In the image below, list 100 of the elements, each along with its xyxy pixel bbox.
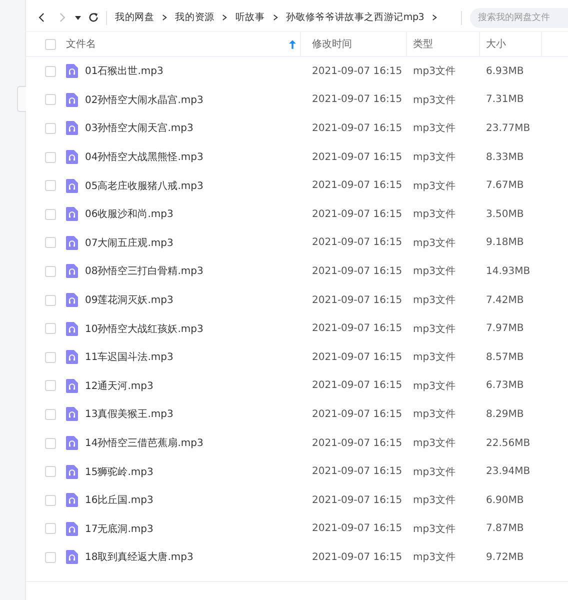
audio-file-icon bbox=[66, 150, 78, 164]
audio-file-icon bbox=[66, 464, 78, 479]
file-name[interactable]: 16比丘国.mp3 bbox=[85, 493, 154, 508]
file-type: mp3文件 bbox=[413, 208, 456, 222]
search-field[interactable]: 搜索我的网盘文件 bbox=[470, 8, 568, 28]
file-size: 6.73MB bbox=[486, 380, 524, 392]
audio-file-icon bbox=[66, 64, 78, 78]
audio-file-icon bbox=[66, 436, 78, 450]
file-name[interactable]: 07大闹五庄观.mp3 bbox=[85, 236, 174, 250]
dropdown-icon[interactable] bbox=[75, 16, 81, 20]
file-type: mp3文件 bbox=[413, 522, 456, 536]
chevron-icon bbox=[272, 14, 278, 21]
file-type: mp3文件 bbox=[413, 294, 456, 308]
modified-time: 2021-09-07 16:15 bbox=[312, 208, 402, 220]
file-name[interactable]: 14孙悟空三借芭蕉扇.mp3 bbox=[85, 436, 204, 450]
modified-time: 2021-09-07 16:15 bbox=[312, 408, 402, 420]
file-name[interactable]: 06收服沙和尚.mp3 bbox=[85, 207, 174, 222]
file-type: mp3文件 bbox=[413, 408, 456, 422]
file-name[interactable]: 12通天河.mp3 bbox=[85, 378, 154, 393]
audio-file-icon bbox=[66, 293, 78, 308]
file-name[interactable]: 05高老庄收服猪八戒.mp3 bbox=[85, 178, 204, 193]
audio-file-icon bbox=[66, 207, 78, 222]
modified-time: 2021-09-07 16:15 bbox=[312, 94, 402, 106]
row-checkbox[interactable] bbox=[45, 208, 56, 220]
row-checkbox[interactable] bbox=[45, 266, 56, 277]
modified-time: 2021-09-07 16:15 bbox=[312, 323, 402, 334]
modified-time: 2021-09-07 16:15 bbox=[312, 352, 402, 363]
file-type: mp3文件 bbox=[413, 466, 456, 479]
file-name[interactable]: 09莲花洞灭妖.mp3 bbox=[85, 293, 174, 308]
file-name[interactable]: 08孙悟空三打白骨精.mp3 bbox=[85, 264, 204, 278]
audio-file-icon bbox=[66, 92, 78, 107]
row-checkbox[interactable] bbox=[45, 323, 56, 334]
file-size: 9.18MB bbox=[486, 237, 524, 248]
file-name[interactable]: 02孙悟空大闹水晶宫.mp3 bbox=[85, 92, 204, 107]
file-size: 7.87MB bbox=[486, 523, 524, 534]
file-size: 7.67MB bbox=[486, 180, 524, 192]
modified-time: 2021-09-07 16:15 bbox=[312, 294, 402, 306]
row-checkbox[interactable] bbox=[45, 237, 56, 248]
select-all-checkbox[interactable] bbox=[45, 38, 56, 50]
audio-file-icon bbox=[66, 121, 78, 136]
file-size: 7.31MB bbox=[486, 94, 524, 106]
audio-file-icon bbox=[66, 322, 78, 336]
column-header[interactable]: 类型 bbox=[413, 37, 433, 51]
row-checkbox[interactable] bbox=[45, 122, 56, 134]
row-checkbox[interactable] bbox=[45, 523, 56, 534]
row-checkbox[interactable] bbox=[45, 380, 56, 392]
file-name[interactable]: 15狮驼岭.mp3 bbox=[85, 464, 154, 479]
modified-time: 2021-09-07 16:15 bbox=[312, 66, 402, 77]
audio-file-icon bbox=[66, 350, 78, 364]
file-type: mp3文件 bbox=[413, 236, 456, 250]
file-type: mp3文件 bbox=[413, 94, 456, 107]
file-type: mp3文件 bbox=[413, 180, 456, 193]
modified-time: 2021-09-07 16:15 bbox=[312, 122, 402, 134]
file-name[interactable]: 13真假美猴王.mp3 bbox=[85, 407, 174, 422]
row-checkbox[interactable] bbox=[45, 294, 56, 306]
row-checkbox[interactable] bbox=[45, 552, 56, 563]
modified-time: 2021-09-07 16:15 bbox=[312, 494, 402, 506]
column-header[interactable]: 文件名 bbox=[66, 37, 96, 51]
file-name[interactable]: 01石猴出世.mp3 bbox=[85, 64, 164, 78]
file-name[interactable]: 10孙悟空大战红孩妖.mp3 bbox=[85, 322, 204, 336]
row-checkbox[interactable] bbox=[45, 494, 56, 506]
row-checkbox[interactable] bbox=[45, 94, 56, 106]
file-name[interactable]: 18取到真经返大唐.mp3 bbox=[85, 550, 194, 564]
file-size: 22.56MB bbox=[486, 438, 530, 449]
modified-time: 2021-09-07 16:15 bbox=[312, 552, 402, 563]
back-icon[interactable] bbox=[38, 12, 46, 23]
breadcrumb-link[interactable]: 我的资源 bbox=[175, 11, 214, 24]
row-checkbox[interactable] bbox=[45, 180, 56, 192]
file-size: 23.94MB bbox=[486, 466, 530, 478]
breadcrumb-link[interactable]: 听故事 bbox=[235, 11, 265, 24]
row-checkbox[interactable] bbox=[45, 152, 56, 163]
modified-time: 2021-09-07 16:15 bbox=[312, 380, 402, 392]
row-checkbox[interactable] bbox=[45, 66, 56, 77]
audio-file-icon bbox=[66, 178, 78, 193]
file-size: 6.90MB bbox=[486, 494, 524, 506]
file-name[interactable]: 04孙悟空大战黑熊怪.mp3 bbox=[85, 150, 204, 164]
file-type: mp3文件 bbox=[413, 264, 456, 278]
breadcrumb-link[interactable]: 我的网盘 bbox=[115, 11, 154, 24]
file-type: mp3文件 bbox=[413, 122, 456, 136]
file-size: 8.33MB bbox=[486, 152, 524, 163]
chevron-icon bbox=[162, 14, 168, 21]
file-size: 14.93MB bbox=[486, 266, 530, 277]
modified-time: 2021-09-07 16:15 bbox=[312, 266, 402, 277]
row-checkbox[interactable] bbox=[45, 352, 56, 363]
column-header[interactable]: 大小 bbox=[486, 37, 506, 51]
file-name[interactable]: 11车迟国斗法.mp3 bbox=[85, 350, 174, 364]
audio-file-icon bbox=[66, 522, 78, 536]
audio-file-icon bbox=[66, 550, 78, 564]
file-size: 23.77MB bbox=[486, 122, 530, 134]
file-name[interactable]: 03孙悟空大闹天宫.mp3 bbox=[85, 121, 194, 136]
breadcrumb-link[interactable]: 孙敬修爷爷讲故事之西游记mp3 bbox=[286, 11, 424, 24]
file-name[interactable]: 17无底洞.mp3 bbox=[85, 522, 154, 536]
column-header[interactable]: 修改时间 bbox=[312, 37, 352, 51]
modified-time: 2021-09-07 16:15 bbox=[312, 438, 402, 449]
refresh-icon[interactable] bbox=[88, 12, 99, 23]
row-checkbox[interactable] bbox=[45, 408, 56, 420]
row-checkbox[interactable] bbox=[45, 438, 56, 449]
row-checkbox[interactable] bbox=[45, 466, 56, 478]
file-type: mp3文件 bbox=[413, 436, 456, 450]
file-size: 3.50MB bbox=[486, 208, 524, 220]
